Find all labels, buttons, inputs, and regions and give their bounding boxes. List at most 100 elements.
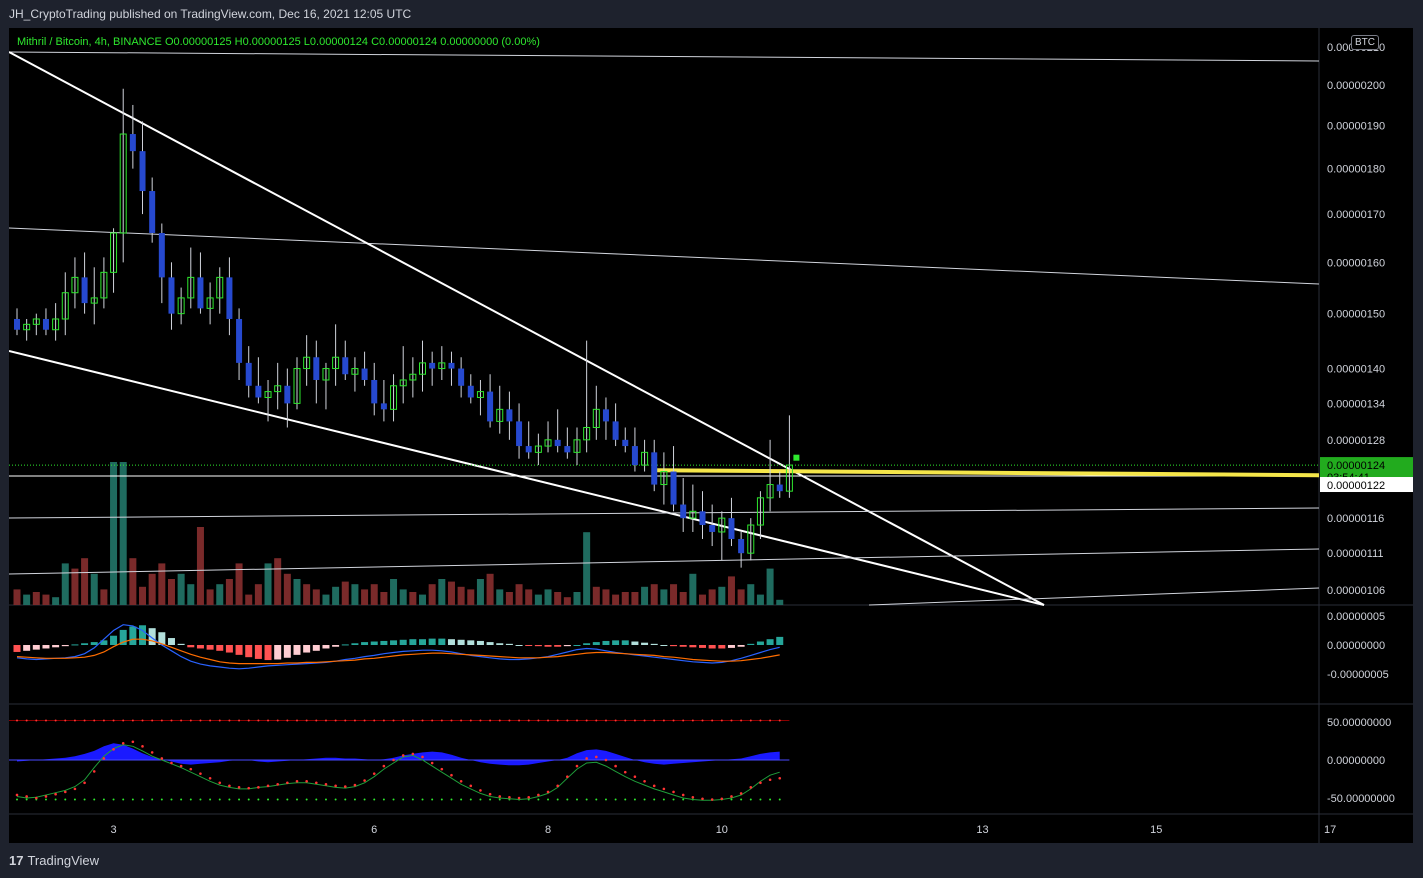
macd-histogram-bar [293, 645, 301, 655]
oscillator-red-dot [614, 764, 617, 768]
volume-bar [727, 576, 735, 605]
time-tick-label: 6 [371, 824, 377, 836]
upper-band-dot [778, 719, 781, 722]
upper-band-dot [740, 719, 743, 722]
macd-histogram-bar [71, 644, 79, 646]
upper-band-dot [83, 719, 86, 722]
upper-band-dot [643, 719, 646, 722]
lower-band-dot [25, 798, 28, 801]
macd-histogram-bar [631, 641, 639, 645]
lower-band-dot [334, 798, 337, 801]
lower-band-dot [160, 798, 163, 801]
highlight-level-line [654, 468, 1320, 478]
upper-band-dot [711, 719, 714, 722]
chart-canvas[interactable]: 0.00000200 0.00000190 0.00000180 0.00000170… [9, 28, 1413, 843]
oscillator-red-dot [652, 784, 656, 788]
candle-body-down [168, 277, 175, 314]
crosshair-price-label: 0.00000122 [1327, 480, 1385, 492]
lower-band-dot [112, 798, 115, 801]
volume-bar [766, 568, 774, 605]
macd-histogram-bar [245, 645, 253, 658]
price-tick-label: 0.00000160 [1327, 257, 1385, 269]
lower-band-dot [440, 798, 443, 801]
upper-band-dot [440, 719, 443, 722]
oscillator-red-dot [681, 793, 685, 797]
oscillator-red-dot [720, 797, 724, 801]
candle-body-down [602, 409, 609, 422]
oscillator-red-dot [218, 781, 222, 785]
volume-bar [90, 573, 98, 605]
macd-histogram-bar [52, 645, 60, 648]
volume-bar [602, 589, 610, 605]
lower-band-dot [257, 798, 260, 801]
oscillator-red-dot [498, 795, 502, 798]
candle-body-down [149, 191, 156, 234]
volume-bar [293, 579, 301, 605]
upper-band-dot [730, 719, 733, 722]
upper-band-dot [527, 719, 530, 722]
time-tick-label: 13 [976, 824, 988, 836]
volume-bar [390, 579, 398, 605]
volume-bar [81, 558, 89, 605]
upper-band-dot [373, 719, 376, 722]
upper-band-dot [35, 719, 38, 722]
upper-band-dot [267, 719, 270, 722]
volume-bar [322, 594, 330, 605]
upper-band-dot [691, 719, 694, 722]
oscillator-red-dot [247, 786, 251, 790]
candle-body-down [429, 362, 436, 369]
tradingview-logo[interactable]: 17 TradingView [9, 853, 99, 868]
lower-band-dot [421, 798, 424, 801]
lower-band-dot [54, 798, 57, 801]
upper-band-dot [170, 719, 173, 722]
upper-band-dot [141, 719, 144, 722]
macd-histogram-bar [650, 643, 658, 645]
oscillator-red-dot [73, 787, 77, 791]
currency-badge[interactable]: BTC [1351, 35, 1379, 50]
oscillator-red-dot [35, 796, 38, 800]
oscillator-red-dot [604, 758, 608, 762]
oscillator-red-dot [266, 784, 270, 788]
oscillator-red-dot [228, 784, 231, 788]
upper-band-dot [566, 719, 569, 722]
oscillator-red-dot [430, 761, 434, 765]
lower-band-dot [141, 798, 144, 801]
volume-bar [23, 594, 31, 605]
volume-bar [370, 584, 378, 605]
volume-bar [361, 589, 369, 605]
chart-frame[interactable]: 0.00000200 0.00000190 0.00000180 0.00000170… [9, 28, 1413, 843]
oscillator-red-dot [575, 764, 579, 768]
volume-bar [71, 568, 79, 605]
candle-body-down [564, 446, 571, 453]
macd-histogram-bar [534, 645, 542, 647]
macd-histogram-bar [139, 625, 147, 645]
oscillator-red-dot [508, 795, 511, 799]
upper-band-dot [547, 719, 550, 722]
oscillator-red-dot [286, 781, 289, 785]
upper-band-dot [112, 719, 115, 722]
volume-bar [167, 579, 175, 605]
volume-bar [708, 589, 716, 605]
oscillator-red-dot [749, 786, 753, 789]
oscillator-red-dot [189, 767, 193, 771]
oscillator-axis-label: 0.00000000 [1327, 755, 1385, 767]
candle-body-down [158, 233, 165, 278]
upper-band-dot [25, 719, 28, 722]
lower-band-dot [585, 798, 588, 801]
time-tick-label: 15 [1150, 824, 1162, 836]
volume-bar [61, 563, 69, 605]
macd-histogram-bar [467, 640, 475, 645]
lower-band-dot [469, 798, 472, 801]
oscillator-red-dot [662, 787, 666, 791]
time-tick-label: 17 [1324, 824, 1336, 836]
oscillator-red-dot [131, 740, 135, 744]
footer: 17 TradingView [0, 843, 1423, 878]
volume-bar [225, 579, 233, 605]
upper-band-dot [180, 719, 183, 722]
oscillator-red-dot [343, 785, 347, 788]
lower-band-dot [286, 798, 289, 801]
oscillator-red-dot [411, 752, 415, 756]
lower-band-dot [170, 798, 173, 801]
upper-band-dot [73, 719, 76, 722]
macd-histogram-bar [264, 645, 272, 661]
